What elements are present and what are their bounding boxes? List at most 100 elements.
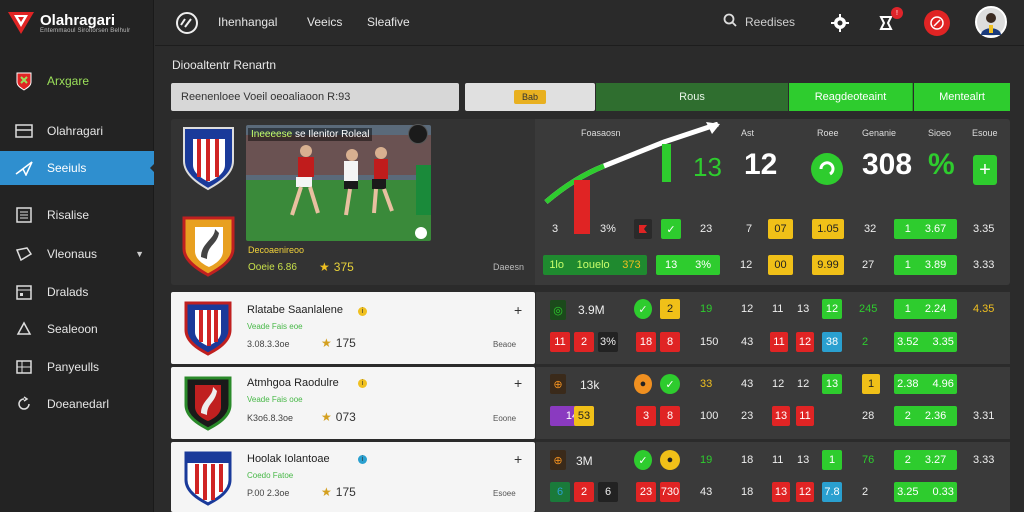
odds-cell[interactable]: 23 (636, 482, 656, 502)
odds-cell[interactable]: 1lo 1ouelo 373 (543, 255, 647, 275)
odds-cell[interactable]: 12 (796, 332, 814, 352)
odds-value: 3.35 (932, 336, 954, 348)
add-button[interactable]: + (514, 375, 522, 391)
soccer-ball-icon[interactable] (175, 11, 199, 35)
sidebar-item-panyeulls[interactable]: Panyeulls (0, 350, 154, 384)
big-stat: 12 (744, 148, 778, 181)
sidebar-item-arxgare[interactable]: Arxgare (0, 64, 154, 98)
big-stat: 308 (862, 148, 913, 181)
sidebar-item-vleonaus[interactable]: Vleonaus ▼ (0, 237, 154, 271)
odds-cell[interactable]: 1 (822, 450, 842, 470)
big-stat: 13 (693, 152, 722, 182)
odds-cell[interactable]: 1 3.67 (894, 219, 957, 239)
logo-shield-icon (8, 12, 34, 34)
odds-cell[interactable]: 6 (550, 482, 570, 502)
tab-reagdeoteaint[interactable]: Reagdeoteaint (789, 83, 913, 111)
sidebar-item-risalise[interactable]: Risalise (0, 198, 154, 232)
column-header: Esoue (972, 128, 998, 138)
sidebar-item-sealeoon[interactable]: Sealeoon (0, 312, 154, 346)
star-icon: ★ (321, 485, 332, 499)
odds-cell[interactable]: 1 (862, 374, 880, 394)
filter-dropdown[interactable]: Bab (465, 83, 595, 111)
tab-mentealrt[interactable]: Mentealrt (914, 83, 1010, 111)
add-button[interactable]: + (514, 451, 522, 467)
check-icon: ✓ (634, 450, 652, 470)
odds-cell[interactable]: 6 (598, 482, 618, 502)
add-button[interactable]: + (514, 302, 522, 318)
odds-cell[interactable]: 13 (772, 482, 790, 502)
odds-cell[interactable]: 7.8 (822, 482, 842, 502)
odds-label: 1lo (549, 259, 564, 271)
odds-cell[interactable]: 1 3.89 (894, 255, 957, 275)
info-icon[interactable]: i (358, 379, 367, 388)
odds-label: 13 (664, 259, 678, 271)
odds-value: 4.96 (932, 378, 954, 390)
odds-cell[interactable]: 12 (796, 482, 814, 502)
filter-pill: Bab (513, 90, 546, 104)
top-nav-item[interactable]: Ihenhangal (218, 15, 277, 29)
odds-cell[interactable]: 11 (550, 332, 570, 352)
info-icon[interactable]: i (358, 455, 367, 464)
odds-cell[interactable]: 2 (574, 332, 594, 352)
odds-cell[interactable]: 11 (770, 332, 788, 352)
odds-cell[interactable]: 8 (660, 406, 680, 426)
check-icon: ✓ (634, 299, 652, 319)
league-icon[interactable] (924, 10, 950, 36)
app-logo[interactable]: Olahragari Entemmaoul Siroltorsen Belhul… (6, 6, 150, 40)
top-nav-item[interactable]: Veeics (307, 15, 342, 29)
odds-index: 2 (904, 410, 911, 422)
odds-cell[interactable]: 730 (660, 482, 680, 502)
info-icon[interactable]: i (358, 307, 367, 316)
odds-cell[interactable]: 00 (768, 255, 793, 275)
odds-cell[interactable]: 2 (574, 482, 594, 502)
odds-cell[interactable]: 13 (822, 374, 842, 394)
odds-cell[interactable]: 3.25 0.33 (894, 482, 957, 502)
page-title: Diooaltentr Renartn (172, 58, 277, 72)
odds-cell[interactable]: 07 (768, 219, 793, 239)
avatar[interactable] (975, 6, 1007, 38)
team-subtitle: Coedo Fatoe (247, 471, 294, 480)
match-card[interactable]: Atmhgoa Raodulre i Veade Fais ooe K3o6.8… (171, 367, 535, 439)
stat-value: 3 (552, 223, 559, 235)
sidebar-item-dralads[interactable]: Dralads (0, 275, 154, 309)
odds-value: 3% (695, 259, 712, 271)
featured-title-prefix: Ineeeese (251, 129, 293, 140)
odds-cell[interactable]: 1 2.24 (894, 299, 957, 319)
search-button[interactable]: Reedises (723, 13, 795, 30)
odds-cell[interactable]: 13 3% (656, 255, 720, 275)
odds-cell[interactable]: 53 (574, 406, 594, 426)
odds-cell[interactable]: 9.99 (812, 255, 844, 275)
odds-cell[interactable]: 12 (822, 299, 842, 319)
filter-input[interactable]: Reenenloee Voeil oeoaliaoon R:93 (171, 83, 459, 111)
odds-cell[interactable]: 2.38 4.96 (894, 374, 957, 394)
odds-cell[interactable]: 3 (636, 406, 656, 426)
sidebar-item-olahragari[interactable]: Olahragari (0, 114, 154, 148)
chevron-down-icon[interactable]: ▼ (135, 249, 144, 259)
top-nav-item[interactable]: Sleafive (367, 15, 410, 29)
odds-cell[interactable]: 11 (796, 406, 814, 426)
odds-cell[interactable]: 3% (598, 332, 618, 352)
app-root: Olahragari Entemmaoul Siroltorsen Belhul… (0, 0, 1024, 512)
odds-cell[interactable]: 8 (660, 332, 680, 352)
match-card[interactable]: Hoolak Iolantoae i Coedo Fatoe P.00 2.3o… (171, 442, 535, 512)
sidebar-item-seeiuls[interactable]: Seeiuls (0, 151, 155, 185)
odds-cell[interactable]: 2 (660, 299, 680, 319)
gear-icon[interactable] (827, 10, 853, 36)
odds-cell[interactable]: 38 (822, 332, 842, 352)
odds-cell[interactable]: 2 2.36 (894, 406, 957, 426)
odds-cell[interactable]: 1.05 (812, 219, 844, 239)
odds-cell[interactable]: 3.52 3.35 (894, 332, 957, 352)
column-header: Roee (817, 128, 839, 138)
team-name: Atmhgoa Raodulre (247, 377, 339, 389)
stat-value: 4.35 (973, 303, 995, 315)
odds-cell[interactable]: 2 3.27 (894, 450, 957, 470)
team-flag-icon: ◎ (550, 300, 566, 320)
tab-rous[interactable]: Rous (596, 83, 788, 111)
add-button[interactable]: + (973, 155, 997, 185)
sidebar-item-doeanedarl[interactable]: Doeanedarl (0, 387, 154, 421)
odds-cell[interactable]: 13 (772, 406, 790, 426)
match-card[interactable]: Rlatabe Saanlalene i Veade Fais eoe 3.08… (171, 292, 535, 364)
odds-cell[interactable]: 18 (636, 332, 656, 352)
notifications-icon[interactable]: ! (873, 7, 903, 36)
team-crest (184, 451, 232, 506)
